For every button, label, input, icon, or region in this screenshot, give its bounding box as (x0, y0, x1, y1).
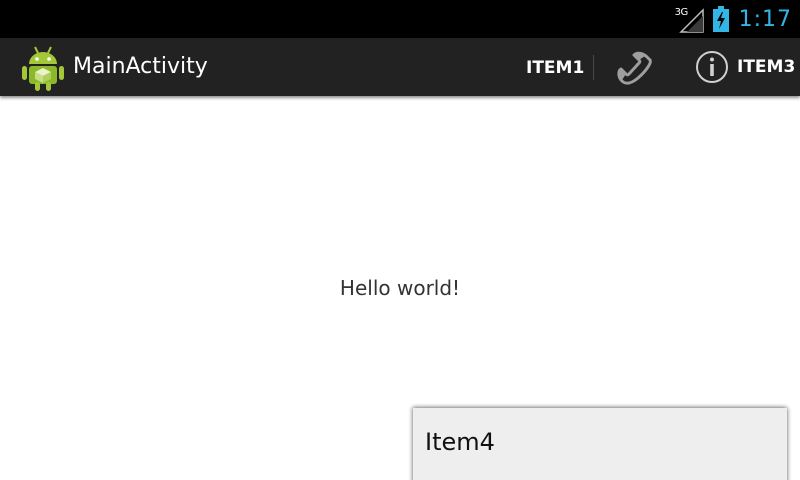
action-divider (593, 55, 594, 80)
action-bar: MainActivity ITEM1 ITEM3 (0, 38, 800, 96)
action-item3-button[interactable]: ITEM3 (694, 38, 795, 96)
screen: 3G 1:17 MainActivity ITEM1 ITEM3 Hello w… (0, 0, 800, 480)
info-icon (696, 51, 728, 83)
status-clock: 1:17 (738, 6, 792, 32)
android-robot-icon[interactable] (20, 44, 66, 92)
signal-group: 3G (675, 4, 705, 34)
phone-action-button[interactable] (612, 47, 656, 89)
hello-text: Hello world! (339, 276, 461, 300)
menu-item-label: Item4 (425, 428, 495, 456)
action-item3-label: ITEM3 (737, 57, 796, 77)
phone-icon (617, 51, 652, 85)
menu-item-item4[interactable]: Item4 (413, 408, 787, 480)
action-item1-button[interactable]: ITEM1 (518, 38, 592, 96)
battery-charging-icon (712, 6, 729, 32)
status-bar: 3G 1:17 (0, 0, 800, 38)
signal-strength-icon (678, 8, 704, 33)
overflow-popup-menu: Item4 (413, 408, 787, 480)
status-indicators: 3G 1:17 (675, 0, 792, 38)
page-title: MainActivity (73, 54, 208, 79)
